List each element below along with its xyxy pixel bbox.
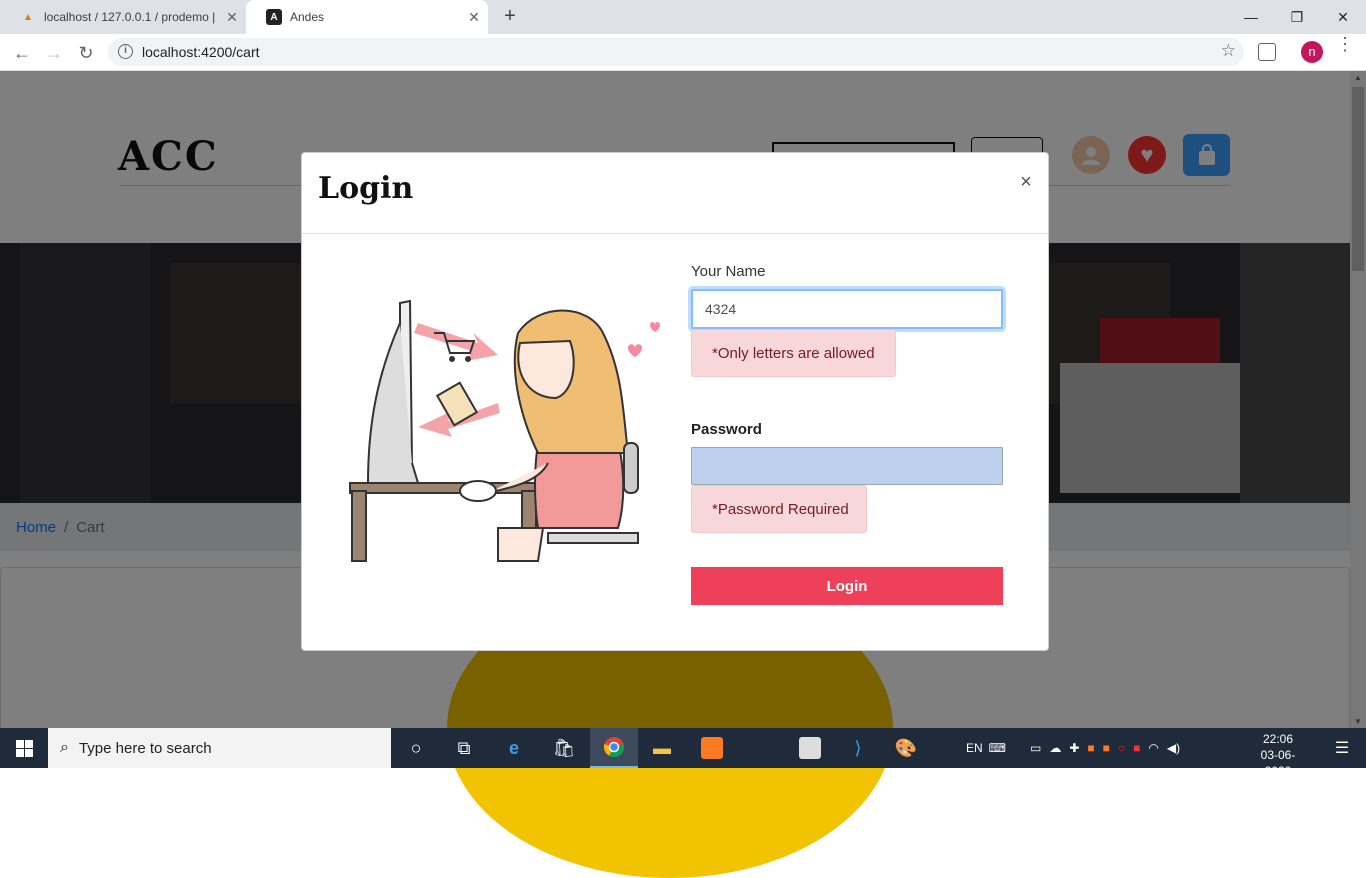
forward-arrow-icon[interactable]: → (40, 40, 68, 66)
name-label: Your Name (691, 263, 766, 280)
modal-title: Login (318, 171, 414, 206)
chrome-icon[interactable] (590, 728, 638, 768)
name-input[interactable] (691, 289, 1003, 329)
shopping-girl-illustration (349, 299, 660, 562)
xampp-tray-icon[interactable]: ■ (1087, 741, 1094, 755)
cortana-icon[interactable]: ○ (392, 728, 440, 768)
windows-taskbar: ⌕ Type here to search ○ ⧉ e 🛍 ▬ ⟩ 🎨 EN ⌨ … (0, 728, 1366, 778)
address-bar[interactable]: i localhost:4200/cart ☆ (108, 38, 1244, 66)
tab-close-icon[interactable]: ✕ (460, 9, 488, 26)
profile-avatar[interactable]: n (1301, 41, 1323, 63)
system-clock[interactable]: 22:06 03-06-2020 (1250, 731, 1306, 779)
file-explorer-icon[interactable]: ▬ (638, 728, 686, 768)
cloud-icon[interactable]: ☁ (1049, 741, 1061, 755)
login-modal: Login × Your Name 4324 *Only letters are… (301, 152, 1049, 651)
browser-menu-icon[interactable]: ⋮ (1336, 35, 1354, 53)
task-view-icon[interactable]: ⧉ (440, 728, 488, 768)
app-icon[interactable] (786, 728, 834, 768)
password-error-alert: *Password Required (691, 485, 867, 533)
bookmark-star-icon[interactable]: ☆ (1221, 41, 1236, 61)
wifi-icon[interactable]: ◠ (1148, 741, 1158, 755)
store-icon[interactable]: 🛍 (540, 728, 588, 768)
window-close-icon[interactable]: ✕ (1320, 0, 1366, 34)
edge-icon[interactable]: e (490, 728, 538, 768)
login-button[interactable]: Login (691, 567, 1003, 605)
new-tab-icon[interactable]: + (498, 5, 522, 28)
minimize-icon[interactable]: — (1228, 0, 1274, 34)
system-tray: ▭ ☁ ✚ ■ ■ ○ ■ ◠ ◀) (1030, 728, 1180, 768)
tab-phpmyadmin[interactable]: ▲ localhost / 127.0.0.1 / prodemo | ✕ (0, 0, 246, 34)
opera-icon[interactable]: ○ (1118, 741, 1125, 755)
angular-icon: A (266, 9, 282, 25)
search-icon: ⌕ (60, 739, 69, 756)
notifications-icon[interactable]: ☰ (1318, 728, 1366, 768)
tab-title: Andes (290, 10, 325, 24)
name-error-alert: *Only letters are allowed (691, 329, 896, 377)
password-input[interactable] (691, 447, 1003, 485)
language-text: EN (966, 741, 983, 755)
browser-tab-bar: ▲ localhost / 127.0.0.1 / prodemo | ✕ A … (0, 0, 1366, 34)
back-arrow-icon[interactable]: ← (8, 40, 36, 66)
extension-icon[interactable] (1258, 43, 1276, 61)
volume-icon[interactable]: ◀) (1167, 741, 1180, 755)
restore-icon[interactable]: ❐ (1274, 0, 1320, 34)
reload-icon[interactable]: ↻ (72, 40, 100, 66)
clock-time: 22:06 (1262, 732, 1294, 746)
vscode-icon[interactable]: ⟩ (834, 728, 882, 768)
xampp-icon[interactable] (688, 728, 736, 768)
tab-andes[interactable]: A Andes ✕ (246, 0, 488, 34)
clock-date: 03-06-2020 (1260, 748, 1296, 778)
language-indicator[interactable]: EN ⌨ (966, 728, 1006, 768)
windows-start-icon[interactable] (0, 728, 48, 768)
antivirus-icon[interactable]: ■ (1133, 741, 1140, 755)
modal-header: Login × (302, 153, 1048, 234)
phpmyadmin-icon: ▲ (23, 11, 33, 23)
battery-icon[interactable]: ▭ (1030, 741, 1041, 755)
address-url[interactable]: localhost:4200/cart (142, 44, 260, 60)
taskbar-search-placeholder: Type here to search (78, 739, 212, 757)
paint-icon[interactable]: 🎨 (882, 728, 930, 768)
site-info-icon[interactable]: i (118, 44, 133, 59)
password-label: Password (691, 421, 762, 438)
close-icon[interactable]: × (1018, 171, 1034, 194)
shield-icon[interactable]: ✚ (1069, 741, 1079, 755)
taskbar-search-box[interactable]: ⌕ Type here to search (48, 728, 391, 768)
xampp-tray-icon-2[interactable]: ■ (1103, 741, 1110, 755)
tab-title: localhost / 127.0.0.1 / prodemo | (44, 10, 216, 24)
tab-close-icon[interactable]: ✕ (218, 9, 246, 26)
browser-toolbar: ← → ↻ i localhost:4200/cart ☆ (0, 34, 1366, 71)
